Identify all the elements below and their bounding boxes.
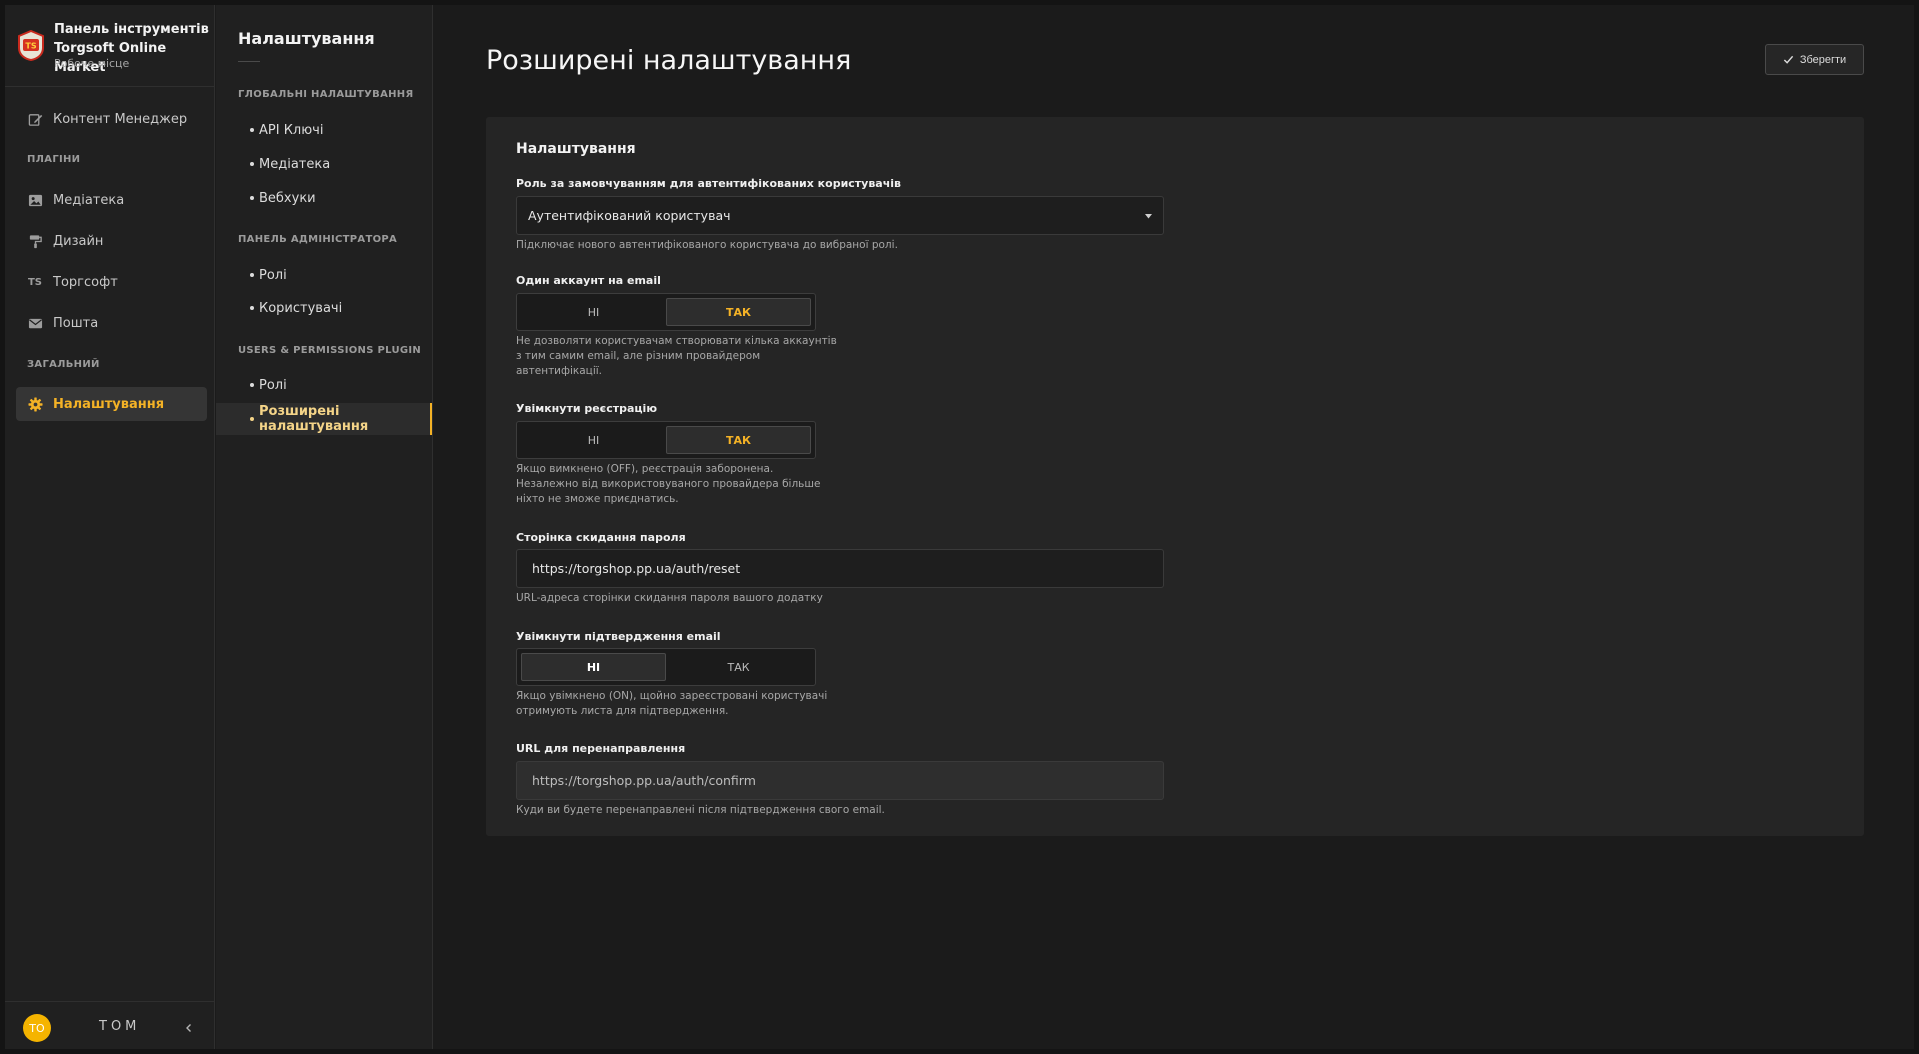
sidebar-section-general: ЗАГАЛЬНИЙ (27, 359, 100, 370)
subnav-item-label: API Ключі (259, 122, 324, 138)
redirect-url-input[interactable]: https://torgshop.pp.ua/auth/confirm (516, 761, 1164, 800)
sidebar-item-mail[interactable]: Пошта (16, 306, 207, 340)
sidebar-item-content-manager[interactable]: Контент Менеджер (16, 102, 207, 136)
registration-toggle: НІ ТАК (516, 421, 816, 459)
default-role-label: Роль за замовчуванням для автентифікован… (516, 177, 902, 190)
card-title: Налаштування (516, 141, 636, 157)
email-confirm-label: Увімкнути підтвердження email (516, 630, 721, 643)
reset-page-label: Сторінка скидання пароля (516, 531, 686, 544)
one-account-no-option[interactable]: НІ (521, 298, 666, 326)
pencil-icon (27, 111, 43, 127)
sidebar-item-label: Налаштування (53, 396, 165, 412)
subnav-item-api-keys[interactable]: API Ключі (216, 114, 432, 146)
sidebar-item-design[interactable]: Дизайн (16, 224, 207, 258)
sidebar-item-settings[interactable]: Налаштування (16, 387, 207, 421)
subnav-item-advanced-settings[interactable]: Розширені налаштування (216, 403, 432, 435)
email-confirm-yes-option[interactable]: ТАК (666, 653, 811, 681)
reset-page-input[interactable]: https://torgshop.pp.ua/auth/reset (516, 549, 1164, 588)
settings-subnav: Налаштування ГЛОБАЛЬНІ НАЛАШТУВАННЯ API … (216, 5, 433, 1049)
default-role-value: Аутентифікований користувач (528, 208, 731, 223)
subnav-item-admin-users[interactable]: Користувачі (216, 292, 432, 324)
subnav-item-label: Вебхуки (259, 190, 316, 206)
redirect-url-help: Куди ви будете перенаправлені після підт… (516, 804, 885, 816)
user-name: TOM (99, 1019, 141, 1034)
subnav-item-plugin-roles[interactable]: Ролі (216, 369, 432, 401)
one-account-yes-option[interactable]: ТАК (666, 298, 811, 326)
registration-help-line: Незалежно від використовуваного провайде… (516, 478, 821, 490)
check-icon (1783, 55, 1793, 64)
one-account-toggle: НІ ТАК (516, 293, 816, 331)
subnav-section-admin: ПАНЕЛЬ АДМІНІСТРАТОРА (238, 234, 398, 245)
save-button-label: Зберегти (1799, 53, 1847, 66)
sidebar-item-label: Контент Менеджер (53, 111, 188, 127)
subnav-item-label: Розширені налаштування (259, 404, 369, 434)
one-account-label: Один аккаунт на email (516, 274, 661, 287)
avatar[interactable]: TO (23, 1014, 51, 1042)
subnav-item-label: Користувачі (259, 300, 343, 316)
torgsoft-icon: TS (27, 276, 43, 288)
one-account-help-line: Не дозволяти користувачам створювати кіл… (516, 335, 837, 347)
email-confirm-no-option[interactable]: НІ (521, 653, 666, 681)
registration-label: Увімкнути реєстрацію (516, 402, 658, 415)
registration-help-line: ніхто не зможе приєднатись. (516, 493, 679, 505)
brand-title-line1: Панель інструментів (54, 22, 209, 37)
one-account-help: Не дозволяти користувачам створювати кіл… (516, 334, 837, 379)
envelope-icon (27, 315, 43, 331)
sidebar-item-media[interactable]: Медіатека (16, 183, 207, 217)
sidebar-item-torgsoft[interactable]: TS Торгсофт (16, 265, 207, 299)
subnav-divider (238, 61, 260, 62)
reset-page-value: https://torgshop.pp.ua/auth/reset (532, 561, 741, 576)
save-button[interactable]: Зберегти (1765, 44, 1864, 75)
subnav-title: Налаштування (238, 29, 375, 48)
sidebar-item-label: Пошта (53, 315, 99, 331)
sidebar-item-label: Торгсофт (53, 274, 118, 290)
collapse-sidebar-button[interactable] (180, 1019, 198, 1037)
one-account-help-line: автентифікації. (516, 365, 602, 377)
subnav-item-admin-roles[interactable]: Ролі (216, 259, 432, 291)
caret-down-icon (1145, 214, 1152, 219)
main-sidebar: TS Панель інструментів Torgsoft Online M… (5, 5, 215, 1049)
paint-roller-icon (27, 233, 43, 249)
image-icon (27, 192, 43, 208)
gear-icon (27, 396, 43, 412)
subnav-item-label: Медіатека (259, 156, 331, 172)
sidebar-item-label: Медіатека (53, 192, 125, 208)
registration-yes-option[interactable]: ТАК (666, 426, 811, 454)
subnav-section-global: ГЛОБАЛЬНІ НАЛАШТУВАННЯ (238, 89, 414, 100)
email-confirm-toggle: НІ ТАК (516, 648, 816, 686)
subnav-section-plugin: USERS & PERMISSIONS PLUGIN (238, 345, 422, 356)
page-title: Розширені налаштування (486, 45, 852, 76)
sidebar-item-label: Дизайн (53, 233, 104, 249)
redirect-url-label: URL для перенаправлення (516, 742, 686, 755)
subnav-item-webhooks[interactable]: Вебхуки (216, 182, 432, 214)
user-bar: TO TOM (5, 1001, 215, 1049)
subnav-item-label: Ролі (259, 267, 287, 283)
email-confirm-help: Якщо увімкнено (ON), щойно зареєстровані… (516, 689, 827, 719)
brand-subtitle: Робоче місце (54, 57, 130, 70)
sidebar-section-plugins: ПЛАГІНИ (27, 154, 81, 165)
subnav-item-media[interactable]: Медіатека (216, 148, 432, 180)
settings-card: Налаштування Роль за замовчуванням для а… (486, 117, 1864, 836)
one-account-help-line: з тим самим email, але різним провайдеро… (516, 350, 761, 362)
email-confirm-help-line: отримують листа для підтвердження. (516, 705, 729, 717)
registration-no-option[interactable]: НІ (521, 426, 666, 454)
svg-text:TS: TS (25, 42, 36, 51)
registration-help-line: Якщо вимкнено (OFF), реєстрація забороне… (516, 463, 774, 475)
email-confirm-help-line: Якщо увімкнено (ON), щойно зареєстровані… (516, 690, 828, 702)
redirect-url-value: https://torgshop.pp.ua/auth/confirm (532, 773, 756, 788)
brand-header: TS Панель інструментів Torgsoft Online M… (5, 5, 215, 87)
subnav-item-label: Ролі (259, 377, 287, 393)
app-window: TS Панель інструментів Torgsoft Online M… (5, 5, 1914, 1049)
reset-page-help: URL-адреса сторінки скидання пароля вашо… (516, 592, 823, 604)
default-role-help: Підключає нового автентифікованого корис… (516, 239, 898, 251)
default-role-select[interactable]: Аутентифікований користувач (516, 196, 1164, 235)
torgsoft-logo-icon: TS (18, 30, 44, 61)
registration-help: Якщо вимкнено (OFF), реєстрація забороне… (516, 462, 820, 507)
chevron-left-icon (186, 1024, 191, 1032)
